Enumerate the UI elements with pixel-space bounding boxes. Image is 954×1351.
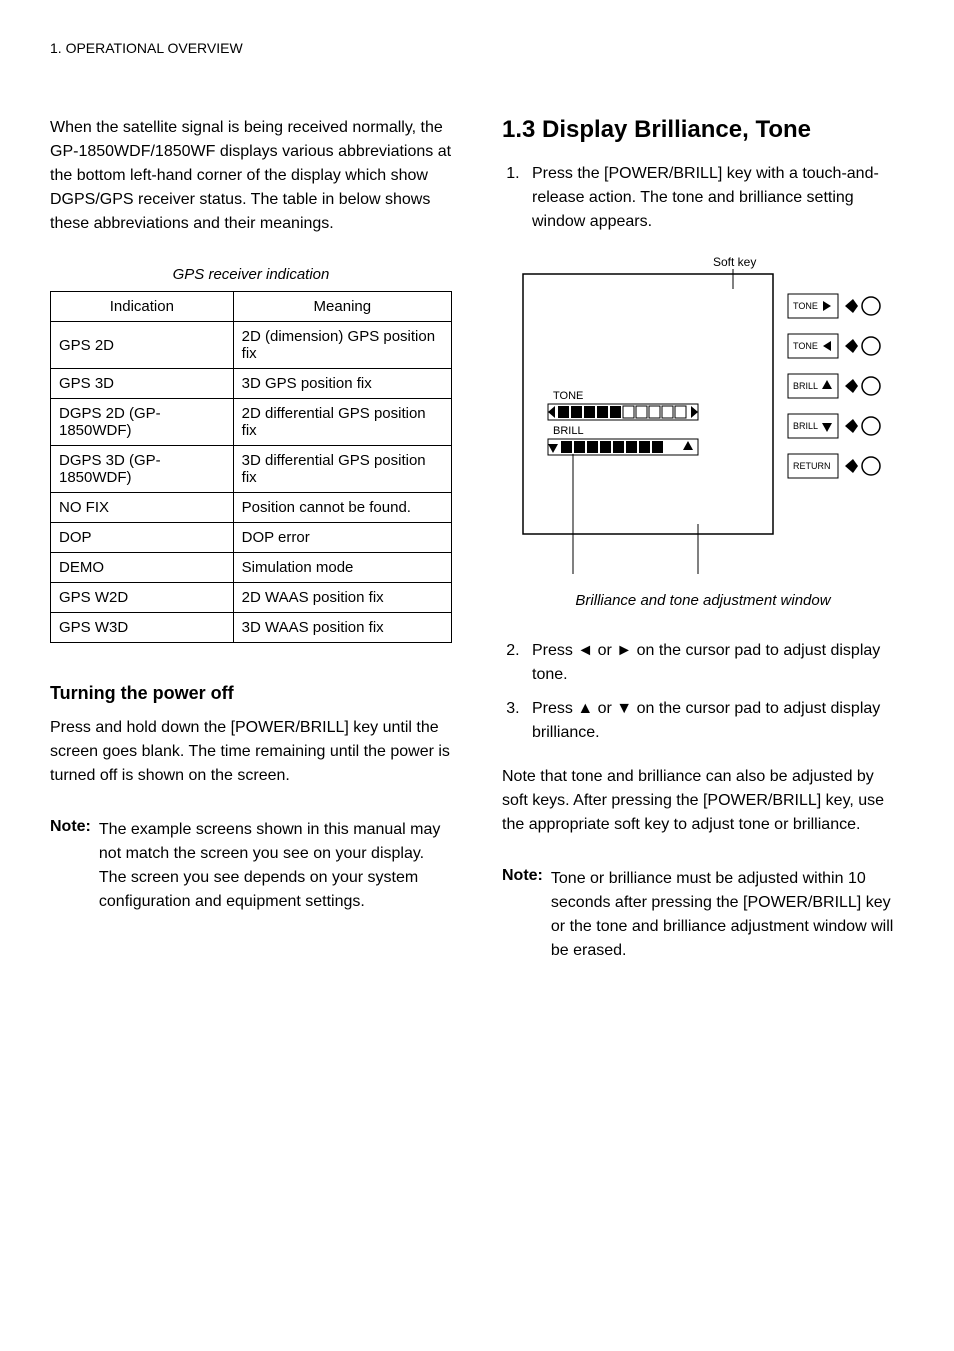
table-row: GPS W2D 2D WAAS position fix xyxy=(51,583,452,613)
table-cell: 3D differential GPS position fix xyxy=(233,446,451,493)
svg-text:BRILL: BRILL xyxy=(793,421,818,431)
gps-indication-table: Indication Meaning GPS 2D 2D (dimension)… xyxy=(50,291,452,643)
tone-label: TONE xyxy=(553,390,583,402)
table-cell: Position cannot be found. xyxy=(233,493,451,523)
step-item: Press the [POWER/BRILL] key with a touch… xyxy=(524,162,904,234)
svg-text:BRILL: BRILL xyxy=(793,381,818,391)
table-row: GPS W3D 3D WAAS position fix xyxy=(51,613,452,643)
table-cell: 2D differential GPS position fix xyxy=(233,399,451,446)
note-block: Note: Tone or brilliance must be adjuste… xyxy=(502,867,904,963)
table-row: DGPS 2D (GP-1850WDF) 2D differential GPS… xyxy=(51,399,452,446)
turnoff-heading: Turning the power off xyxy=(50,683,452,704)
svg-text:TONE: TONE xyxy=(793,341,818,351)
steps-list: Press the [POWER/BRILL] key with a touch… xyxy=(502,162,904,234)
table-cell: DOP error xyxy=(233,523,451,553)
triangle-right-icon xyxy=(691,406,698,418)
table-cell: Simulation mode xyxy=(233,553,451,583)
svg-text:RETURN: RETURN xyxy=(793,461,831,471)
tone-brill-diagram: TONE BRILL xyxy=(513,254,893,584)
table-header-row: Indication Meaning xyxy=(51,292,452,322)
softkey-group: TONE TONE BRILL BRILL xyxy=(788,294,880,478)
triangle-down-icon xyxy=(548,444,558,453)
table-cell: GPS W2D xyxy=(51,583,234,613)
table-row: DEMO Simulation mode xyxy=(51,553,452,583)
triangle-left-icon xyxy=(548,406,555,418)
turnoff-paragraph: Press and hold down the [POWER/BRILL] ke… xyxy=(50,716,452,788)
table-row: DGPS 3D (GP-1850WDF) 3D differential GPS… xyxy=(51,446,452,493)
table-title: GPS receiver indication xyxy=(50,266,452,283)
steps-list-continued: Press ◄ or ► on the cursor pad to adjust… xyxy=(502,639,904,745)
table-cell: GPS W3D xyxy=(51,613,234,643)
table-cell: DEMO xyxy=(51,553,234,583)
brill-label: BRILL xyxy=(553,425,584,437)
table-cell: DGPS 2D (GP-1850WDF) xyxy=(51,399,234,446)
step-item: Press ◄ or ► on the cursor pad to adjust… xyxy=(524,639,904,687)
note-block: Note: The example screens shown in this … xyxy=(50,818,452,914)
table-cell: 2D (dimension) GPS position fix xyxy=(233,322,451,369)
table-row: DOP DOP error xyxy=(51,523,452,553)
page-header: 1. OPERATIONAL OVERVIEW xyxy=(50,40,904,56)
intro-paragraph: When the satellite signal is being recei… xyxy=(50,116,452,236)
table-cell: GPS 2D xyxy=(51,322,234,369)
table-cell: 3D WAAS position fix xyxy=(233,613,451,643)
step-item: Press ▲ or ▼ on the cursor pad to adjust… xyxy=(524,697,904,745)
note-text: Tone or brilliance must be adjusted with… xyxy=(551,867,904,963)
right-column: 1.3 Display Brilliance, Tone Press the [… xyxy=(502,116,904,963)
table-row: GPS 2D 2D (dimension) GPS position fix xyxy=(51,322,452,369)
note-text: The example screens shown in this manual… xyxy=(99,818,452,914)
svg-text:TONE: TONE xyxy=(793,301,818,311)
table-cell: DOP xyxy=(51,523,234,553)
tone-brill-figure: TONE BRILL xyxy=(502,254,904,609)
table-cell: NO FIX xyxy=(51,493,234,523)
figure-caption: Brilliance and tone adjustment window xyxy=(502,592,904,609)
table-row: GPS 3D 3D GPS position fix xyxy=(51,369,452,399)
section-heading: 1.3 Display Brilliance, Tone xyxy=(502,116,904,144)
table-header-meaning: Meaning xyxy=(233,292,451,322)
table-row: NO FIX Position cannot be found. xyxy=(51,493,452,523)
speaker-icon xyxy=(845,299,858,313)
note-label: Note: xyxy=(50,818,91,914)
table-header-indication: Indication xyxy=(51,292,234,322)
content-columns: When the satellite signal is being recei… xyxy=(50,116,904,963)
left-column: When the satellite signal is being recei… xyxy=(50,116,452,963)
table-cell: DGPS 3D (GP-1850WDF) xyxy=(51,446,234,493)
note-label: Note: xyxy=(502,867,543,963)
table-cell: 3D GPS position fix xyxy=(233,369,451,399)
table-cell: 2D WAAS position fix xyxy=(233,583,451,613)
triangle-up-icon xyxy=(683,441,693,450)
callout-softkey: Soft key xyxy=(713,255,756,269)
table-cell: GPS 3D xyxy=(51,369,234,399)
softkey-note-paragraph: Note that tone and brilliance can also b… xyxy=(502,765,904,837)
